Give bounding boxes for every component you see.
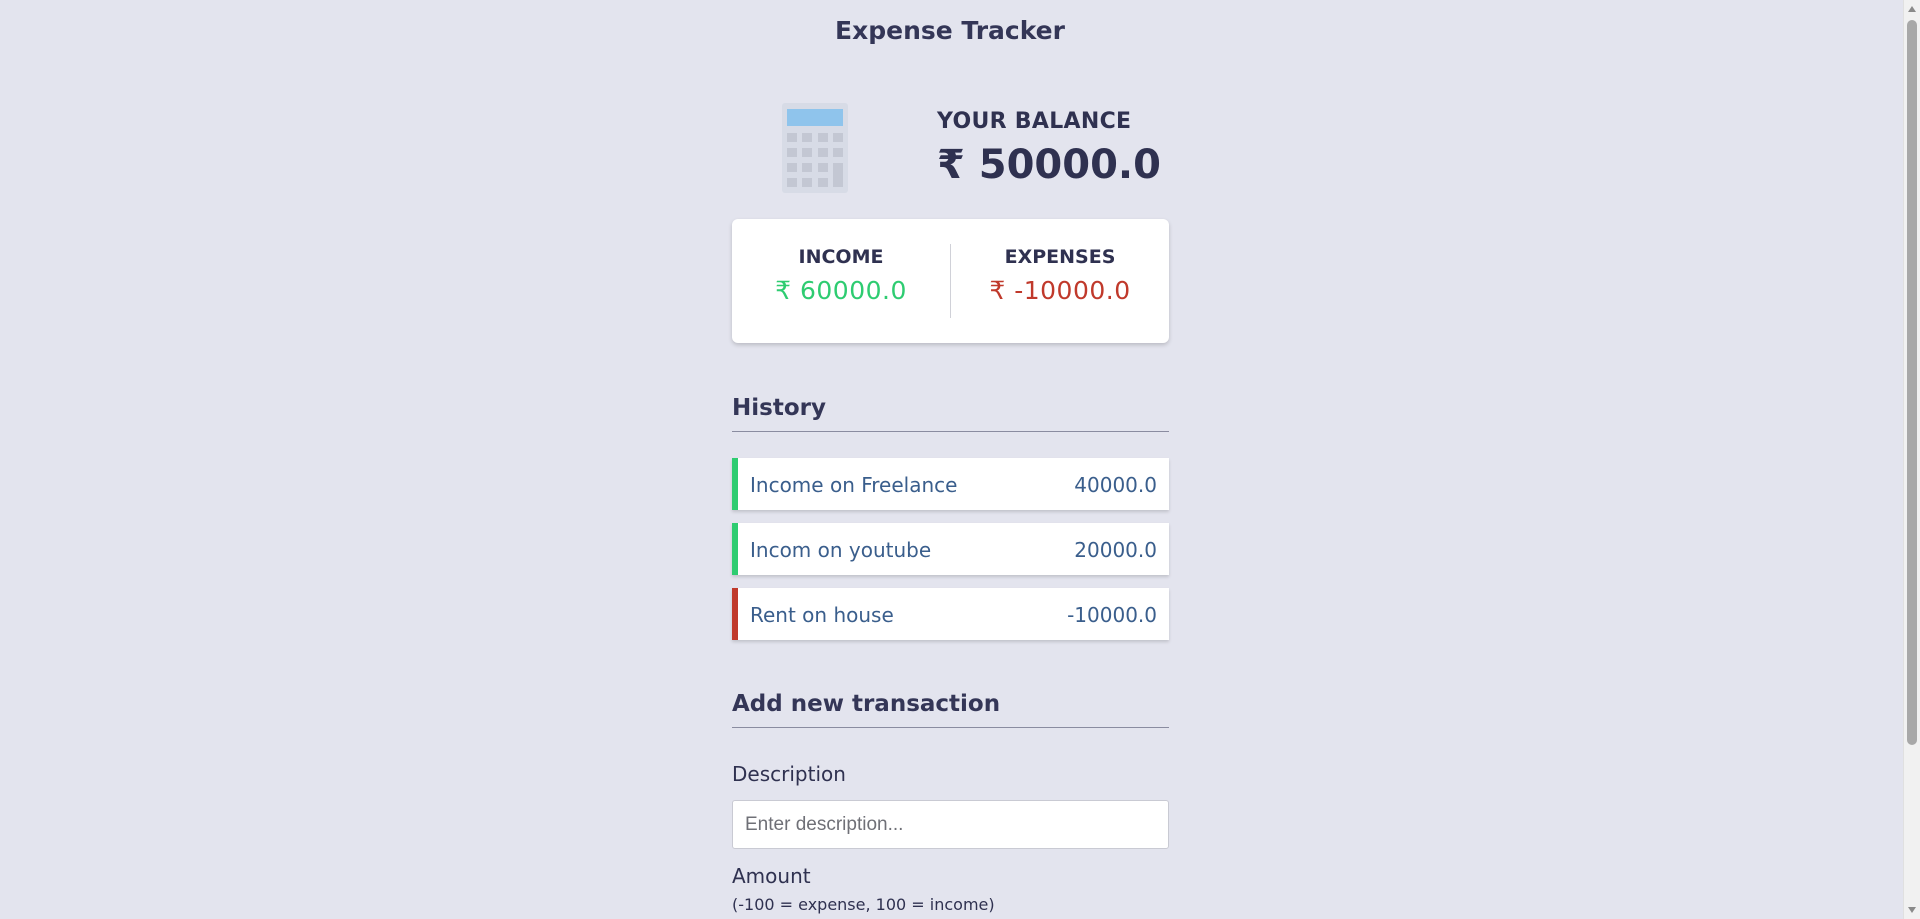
history-list: Income on Freelance 40000.0 Incom on you… (732, 458, 1169, 653)
expense-value: ₹ -10000.0 (989, 276, 1131, 305)
scrollbar-thumb[interactable] (1907, 20, 1917, 745)
history-item[interactable]: Rent on house -10000.0 (732, 588, 1169, 640)
history-item-amount: 20000.0 (1074, 538, 1157, 562)
income-expense-card: INCOME ₹ 60000.0 EXPENSES ₹ -10000.0 (732, 219, 1169, 343)
history-item-text: Income on Freelance (750, 473, 958, 497)
amount-label: Amount (732, 864, 811, 888)
add-transaction-title: Add new transaction (732, 691, 1169, 728)
page-scrollbar[interactable] (1903, 0, 1920, 919)
scroll-up-arrow-icon[interactable] (1908, 6, 1916, 12)
income-label: INCOME (798, 246, 884, 268)
app-title: Expense Tracker (835, 16, 1065, 45)
history-item[interactable]: Income on Freelance 40000.0 (732, 458, 1169, 510)
history-item-text: Incom on youtube (750, 538, 932, 562)
history-item-text: Rent on house (750, 603, 894, 627)
expense-tracker-page: Expense Tracker YOUR BALANCE ₹ 50000.0 I… (0, 0, 1920, 919)
amount-hint: (-100 = expense, 100 = income) (732, 895, 995, 914)
description-label: Description (732, 762, 846, 786)
description-input[interactable] (732, 800, 1169, 849)
income-column: INCOME ₹ 60000.0 (732, 219, 950, 343)
expense-column: EXPENSES ₹ -10000.0 (951, 219, 1169, 343)
calculator-icon (782, 103, 848, 193)
history-item-amount: 40000.0 (1074, 473, 1157, 497)
history-item[interactable]: Incom on youtube 20000.0 (732, 523, 1169, 575)
income-value: ₹ 60000.0 (775, 276, 907, 305)
expense-label: EXPENSES (1004, 246, 1116, 268)
history-title: History (732, 395, 1169, 432)
history-item-amount: -10000.0 (1067, 603, 1157, 627)
scroll-down-arrow-icon[interactable] (1908, 907, 1916, 913)
balance-value: ₹ 50000.0 (937, 142, 1161, 188)
balance-label: YOUR BALANCE (937, 109, 1132, 134)
